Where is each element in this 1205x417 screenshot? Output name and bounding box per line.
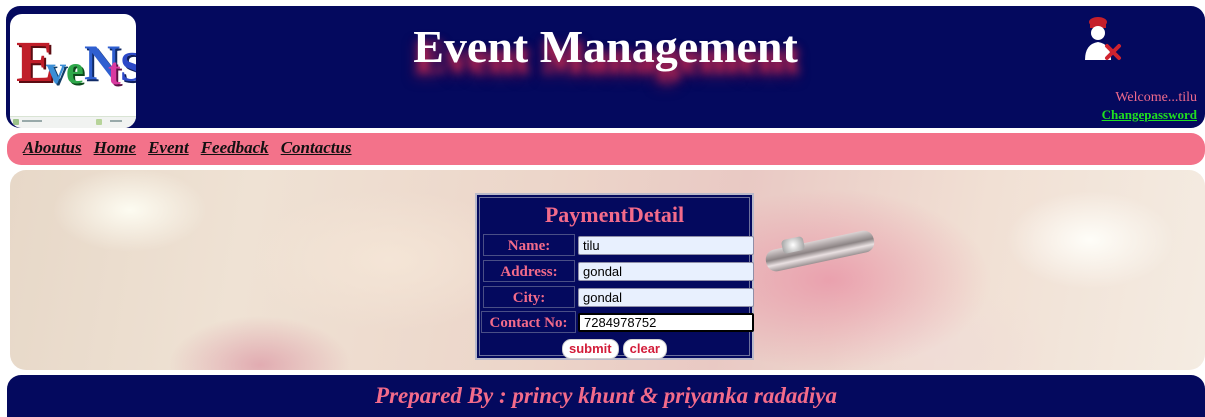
address-input[interactable] — [578, 262, 754, 281]
ring-decoration — [763, 228, 877, 274]
form-buttons: submit clear — [480, 339, 749, 359]
footer-credits: Prepared By : princy khunt & priyanka ra… — [375, 383, 837, 408]
site-header: E v e N t S Event Management Welcome...t… — [6, 6, 1205, 128]
user-remove-icon — [1085, 17, 1121, 60]
nav-link-home[interactable]: Home — [94, 138, 137, 158]
name-label: Name: — [483, 234, 575, 256]
address-label: Address: — [483, 260, 575, 282]
nav-link-feedback[interactable]: Feedback — [201, 138, 269, 158]
site-footer: Prepared By : princy khunt & priyanka ra… — [7, 375, 1205, 417]
form-title: PaymentDetail — [544, 202, 685, 227]
name-input[interactable] — [578, 236, 754, 255]
nav-link-aboutus[interactable]: Aboutus — [23, 138, 82, 158]
nav-link-contactus[interactable]: Contactus — [281, 138, 352, 158]
form-row-name: Name: — [483, 234, 754, 256]
contact-input[interactable] — [578, 313, 754, 332]
clear-button[interactable]: clear — [622, 339, 667, 359]
city-label: City: — [483, 286, 575, 308]
city-input[interactable] — [578, 288, 754, 307]
form-row-address: Address: — [483, 260, 754, 282]
nav-link-event[interactable]: Event — [148, 138, 189, 158]
payment-form: PaymentDetail Name: Address: City: Conta… — [475, 193, 754, 360]
main-nav: Aboutus Home Event Feedback Contactus — [7, 133, 1205, 165]
logo-footer-strip — [10, 116, 136, 128]
contact-label: Contact No: — [481, 311, 576, 333]
welcome-text: Welcome...tilu — [1115, 90, 1197, 105]
form-row-city: City: — [483, 286, 754, 308]
submit-button[interactable]: submit — [562, 339, 619, 359]
form-row-contact: Contact No: — [481, 311, 754, 333]
change-password-link[interactable]: Changepassword — [1102, 107, 1197, 123]
page-title: Event Management — [413, 21, 798, 72]
